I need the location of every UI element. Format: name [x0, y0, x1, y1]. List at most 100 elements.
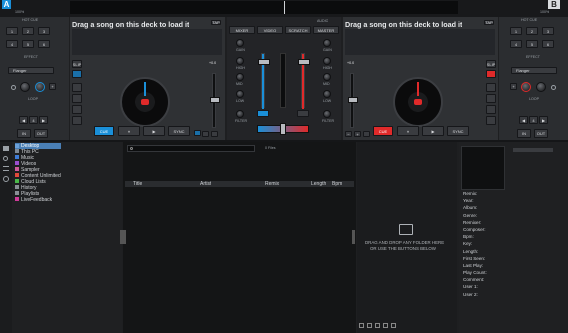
deck-left-side-btn-3[interactable] [72, 83, 82, 92]
right-loop-in-button[interactable]: IN [517, 129, 531, 138]
right-hot-cue-pad-5[interactable]: 5 [526, 40, 538, 48]
column-bpm[interactable]: Bpm [332, 181, 342, 187]
mixer-left-filter-knob[interactable] [236, 110, 244, 118]
mixer-tab-video[interactable]: VIDEO [257, 26, 283, 34]
hot-cue-pad-3[interactable]: 3 [38, 27, 50, 35]
deck-b-badge[interactable]: B [548, 0, 560, 9]
hot-cue-pad-4[interactable]: 4 [6, 40, 18, 48]
deck-left-play-button[interactable]: ▶ [143, 126, 165, 136]
hot-cue-pad-2[interactable]: 2 [22, 27, 34, 35]
history-icon[interactable] [3, 176, 9, 182]
mixer-right-pfl-button[interactable] [297, 110, 309, 117]
deck-right-side-btn-3[interactable] [486, 83, 496, 92]
deck-right-sync-button[interactable]: SYNC [447, 126, 469, 136]
deck-right-plus-button[interactable]: + [354, 131, 361, 137]
deck-left-cue-button[interactable]: CUE [94, 126, 114, 136]
more-icon[interactable] [391, 323, 396, 328]
column-remix[interactable]: Remix [265, 181, 279, 187]
loop-value[interactable]: 4 [29, 116, 38, 124]
mixer-right-filter-knob[interactable] [323, 110, 331, 118]
column-artist[interactable]: Artist [200, 181, 211, 187]
effect-add-button[interactable]: + [49, 83, 56, 90]
mixer-left-gain-knob[interactable] [236, 39, 244, 47]
deck-right-side-btn-6[interactable] [486, 116, 496, 125]
folder-icon[interactable] [3, 146, 9, 151]
deck-left-keylock[interactable] [202, 131, 209, 137]
right-effect-knob-1[interactable] [521, 82, 531, 92]
left-volume-handle[interactable] [258, 59, 270, 65]
deck-right-cue-button[interactable]: CUE [373, 126, 393, 136]
right-loop-next-button[interactable]: ▶ [539, 116, 548, 124]
file-search-bar[interactable] [127, 145, 255, 152]
mixer-right-mid-knob[interactable] [323, 73, 331, 81]
crossfader-handle[interactable] [280, 123, 286, 135]
deck-left-side-btn-1[interactable]: SLIP [72, 60, 82, 68]
mixer-right-gain-knob[interactable] [323, 39, 331, 47]
deck-left-keylock-2[interactable] [211, 131, 218, 137]
deck-a-badge[interactable]: A [2, 0, 11, 9]
menu-icon[interactable] [383, 323, 388, 328]
deck-right-minus-button[interactable]: − [345, 131, 352, 137]
hot-cue-pad-5[interactable]: 5 [22, 40, 34, 48]
mixer-right-volume-fader[interactable] [298, 53, 310, 109]
deck-right-side-btn-4[interactable] [486, 94, 496, 103]
loop-in-button[interactable]: IN [17, 129, 31, 138]
right-hot-cue-pad-3[interactable]: 3 [542, 27, 554, 35]
mixer-right-high-knob[interactable] [323, 57, 331, 65]
right-effect-select[interactable]: Flanger [511, 67, 557, 74]
mixer-left-mid-knob[interactable] [236, 73, 244, 81]
right-hot-cue-pad-6[interactable]: 6 [542, 40, 554, 48]
mixer-tab-mixer[interactable]: MIXER [229, 26, 255, 34]
waveform-overview[interactable] [70, 1, 458, 14]
deck-right-pause-button[interactable]: ⏸ [397, 126, 419, 136]
effect-select[interactable]: Flanger [8, 67, 54, 74]
deck-left-menu-button[interactable]: TAP [211, 20, 221, 25]
add-folder-icon[interactable] [359, 323, 364, 328]
effect-knob-2[interactable] [35, 82, 45, 92]
deck-left-pitch-slider[interactable] [210, 73, 220, 128]
list-view-icon[interactable] [375, 323, 380, 328]
deck-right-pitch-slider[interactable] [348, 73, 358, 128]
right-loop-value[interactable]: 4 [529, 116, 538, 124]
deck-left-jogwheel[interactable] [120, 77, 170, 127]
file-list-collapse-handle[interactable] [123, 230, 126, 244]
right-hot-cue-pad-1[interactable]: 1 [510, 27, 522, 35]
hot-cue-pad-6[interactable]: 6 [38, 40, 50, 48]
deck-right-side-btn-5[interactable] [486, 105, 496, 114]
loop-prev-button[interactable]: ◀ [19, 116, 28, 124]
loop-out-button[interactable]: OUT [34, 129, 48, 138]
right-loop-out-button[interactable]: OUT [534, 129, 548, 138]
deck-right-pitch-down[interactable] [363, 131, 370, 137]
mixer-right-low-knob[interactable] [323, 90, 331, 98]
mixer-tab-master[interactable]: MASTER [313, 26, 339, 34]
deck-left-side-btn-4[interactable] [72, 94, 82, 103]
pitch-slider-handle[interactable] [210, 97, 220, 103]
mixer-left-high-knob[interactable] [236, 57, 244, 65]
mixer-left-low-knob[interactable] [236, 90, 244, 98]
right-effect-knob-2[interactable] [536, 82, 546, 92]
deck-left-side-btn-2[interactable] [72, 70, 82, 78]
deck-right-side-btn-1[interactable]: SLIP [486, 60, 496, 68]
deck-right-side-btn-2[interactable] [486, 70, 496, 78]
tree-item-livefeedback[interactable]: LiveFeedback [15, 197, 52, 203]
crossfader-track[interactable] [257, 123, 309, 135]
mixer-left-volume-fader[interactable] [258, 53, 270, 109]
deck-right-play-button[interactable]: ▶ [422, 126, 444, 136]
right-pitch-handle[interactable] [348, 97, 358, 103]
right-effect-add-button[interactable]: + [510, 83, 517, 90]
file-list-collapse-handle-right[interactable] [352, 230, 355, 244]
grid-icon[interactable] [367, 323, 372, 328]
search-icon[interactable] [3, 156, 8, 161]
list-icon[interactable] [3, 166, 9, 171]
deck-left-side-btn-6[interactable] [72, 116, 82, 125]
deck-right-jogwheel[interactable] [393, 77, 443, 127]
column-title[interactable]: Title [133, 181, 142, 187]
deck-left-sync-button[interactable]: SYNC [168, 126, 190, 136]
mixer-left-pfl-button[interactable] [257, 110, 269, 117]
deck-left-pitch-down[interactable] [194, 130, 201, 136]
deck-right-menu-button[interactable]: TAP [484, 20, 494, 25]
column-length[interactable]: Length [311, 181, 326, 187]
effect-knob-1[interactable] [20, 82, 30, 92]
right-hot-cue-pad-4[interactable]: 4 [510, 40, 522, 48]
right-volume-handle[interactable] [298, 59, 310, 65]
